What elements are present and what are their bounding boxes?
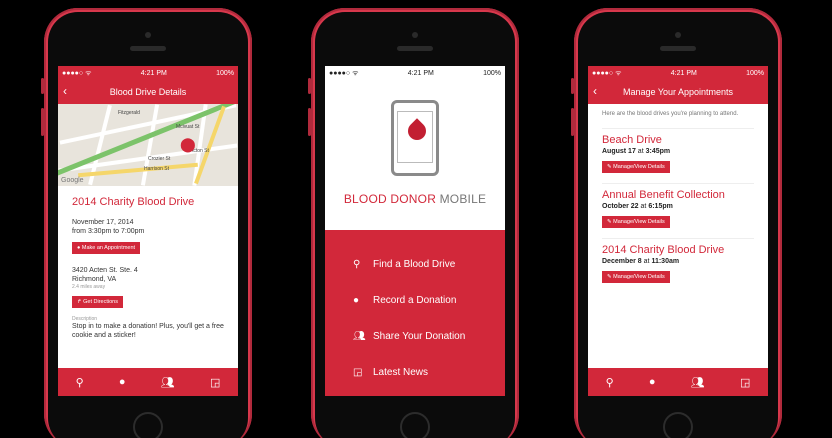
rss-icon: ◲: [353, 366, 363, 378]
appointment-name: Annual Benefit Collection: [602, 189, 725, 201]
signal-icon: ●●●●○ ᯤ: [329, 69, 359, 77]
search-icon[interactable]: ⚲: [606, 376, 614, 389]
camera: [145, 32, 151, 38]
signal-icon: ●●●●○ ᯤ: [592, 69, 622, 77]
menu-item-share-donation[interactable]: 👥︎ Share Your Donation: [325, 318, 505, 354]
map-street-label: Crozier St: [148, 156, 171, 162]
back-icon[interactable]: ‹: [593, 85, 597, 97]
main-menu: ⚲ Find a Blood Drive ● Record a Donation…: [325, 230, 505, 396]
make-appointment-button[interactable]: ● Make an Appointment: [72, 242, 141, 254]
users-icon: 👥︎: [353, 330, 366, 342]
phone-blood-drive-details: ●●●●○ ᯤ 4:21 PM 100% ‹ Blood Drive Detai…: [41, 8, 252, 438]
appointment-datetime: August 17 at 3:45pm: [602, 148, 671, 155]
nav-title: Manage Your Appointments: [622, 87, 734, 97]
battery-level: 100%: [746, 69, 764, 77]
appointment-datetime: October 22 at 6:15pm: [602, 203, 673, 210]
address-line2: Richmond, VA: [72, 276, 117, 283]
map-street-label: Fitzgerald: [118, 110, 140, 116]
nav-title: Blood Drive Details: [109, 87, 187, 97]
rss-icon[interactable]: ◲: [740, 376, 750, 389]
menu-item-find-blood-drive[interactable]: ⚲ Find a Blood Drive: [325, 246, 505, 282]
status-time: 4:21 PM: [670, 69, 697, 77]
status-time: 4:21 PM: [407, 69, 434, 77]
appointments-list: Here are the blood drives you're plannin…: [588, 104, 768, 299]
rss-icon[interactable]: ◲: [210, 376, 220, 389]
map-pin-icon[interactable]: ⬤: [180, 136, 196, 153]
search-icon: ⚲: [353, 258, 361, 270]
battery-level: 100%: [483, 69, 501, 77]
manage-view-details-button[interactable]: ✎ Manage/View Details: [602, 161, 670, 173]
nav-bar: ‹ Blood Drive Details: [58, 80, 238, 104]
map[interactable]: Mcivuat St Crozier St Harrison St Acton …: [58, 104, 238, 186]
status-bar: ●●●●○ ᯤ 4:21 PM 100%: [58, 66, 238, 80]
appointment-name: Beach Drive: [602, 134, 662, 146]
address-line1: 3420 Acten St. Ste. 4: [72, 267, 138, 274]
home-button[interactable]: [663, 412, 693, 438]
menu-item-latest-news[interactable]: ◲ Latest News: [325, 354, 505, 390]
users-icon[interactable]: 👥︎: [691, 376, 705, 389]
app-hero: BLOOD DONOR MOBILE: [325, 80, 505, 216]
drop-icon[interactable]: ●: [119, 376, 126, 388]
camera: [675, 32, 681, 38]
camera: [412, 32, 418, 38]
phone-drop-logo-icon: [391, 100, 439, 176]
screen: ●●●●○ ᯤ 4:21 PM 100% BLOOD DONOR MOBILE …: [325, 66, 505, 396]
list-item: Annual Benefit Collection October 22 at …: [602, 183, 754, 238]
event-time: from 3:30pm to 7:00pm: [72, 228, 145, 235]
home-button[interactable]: [133, 412, 163, 438]
nav-bar: ‹ Manage Your Appointments: [588, 80, 768, 104]
drop-icon[interactable]: ●: [649, 376, 656, 388]
status-bar: ●●●●○ ᯤ 4:21 PM 100%: [588, 66, 768, 80]
google-logo: Google: [61, 177, 84, 184]
phone-manage-appointments: ●●●●○ ᯤ 4:21 PM 100% ‹ Manage Your Appoi…: [571, 8, 782, 438]
menu-item-record-donation[interactable]: ● Record a Donation: [325, 282, 505, 318]
manage-view-details-button[interactable]: ✎ Manage/View Details: [602, 271, 670, 283]
status-bar: ●●●●○ ᯤ 4:21 PM 100%: [325, 66, 505, 80]
speaker: [397, 46, 433, 51]
speaker: [130, 46, 166, 51]
map-street-label: Harrison St: [144, 166, 170, 172]
list-item: 2014 Charity Blood Drive December 8 at 1…: [602, 238, 754, 293]
tab-bar: ⚲ ● 👥︎ ◲: [588, 368, 768, 396]
appointment-name: 2014 Charity Blood Drive: [602, 244, 725, 256]
drop-icon: ●: [353, 294, 360, 306]
event-date: November 17, 2014: [72, 219, 134, 226]
list-item: Beach Drive August 17 at 3:45pm ✎ Manage…: [602, 128, 754, 183]
tab-bar: ⚲ ● 👥︎ ◲: [58, 368, 238, 396]
intro-text: Here are the blood drives you're plannin…: [602, 111, 739, 117]
home-button[interactable]: [400, 412, 430, 438]
description-text: Stop in to make a donation! Plus, you'll…: [72, 323, 224, 339]
status-time: 4:21 PM: [140, 69, 167, 77]
signal-icon: ●●●●○ ᯤ: [62, 69, 92, 77]
battery-level: 100%: [216, 69, 234, 77]
search-icon[interactable]: ⚲: [76, 376, 84, 389]
map-street-label: Mcivuat St: [176, 124, 200, 130]
phone-home-menu: ●●●●○ ᯤ 4:21 PM 100% BLOOD DONOR MOBILE …: [308, 8, 519, 438]
users-icon[interactable]: 👥︎: [161, 376, 175, 389]
manage-view-details-button[interactable]: ✎ Manage/View Details: [602, 216, 670, 228]
app-brand: BLOOD DONOR MOBILE: [343, 192, 487, 206]
back-icon[interactable]: ‹: [63, 85, 67, 97]
speaker: [660, 46, 696, 51]
get-directions-button[interactable]: ↱ Get Directions: [72, 296, 123, 308]
distance: 2.4 miles away: [72, 284, 106, 290]
event-title: 2014 Charity Blood Drive: [72, 196, 195, 208]
drive-detail: 2014 Charity Blood Drive November 17, 20…: [58, 186, 238, 340]
screen: ●●●●○ ᯤ 4:21 PM 100% ‹ Manage Your Appoi…: [588, 66, 768, 396]
appointment-datetime: December 8 at 11:30am: [602, 258, 680, 265]
screen: ●●●●○ ᯤ 4:21 PM 100% ‹ Blood Drive Detai…: [58, 66, 238, 396]
